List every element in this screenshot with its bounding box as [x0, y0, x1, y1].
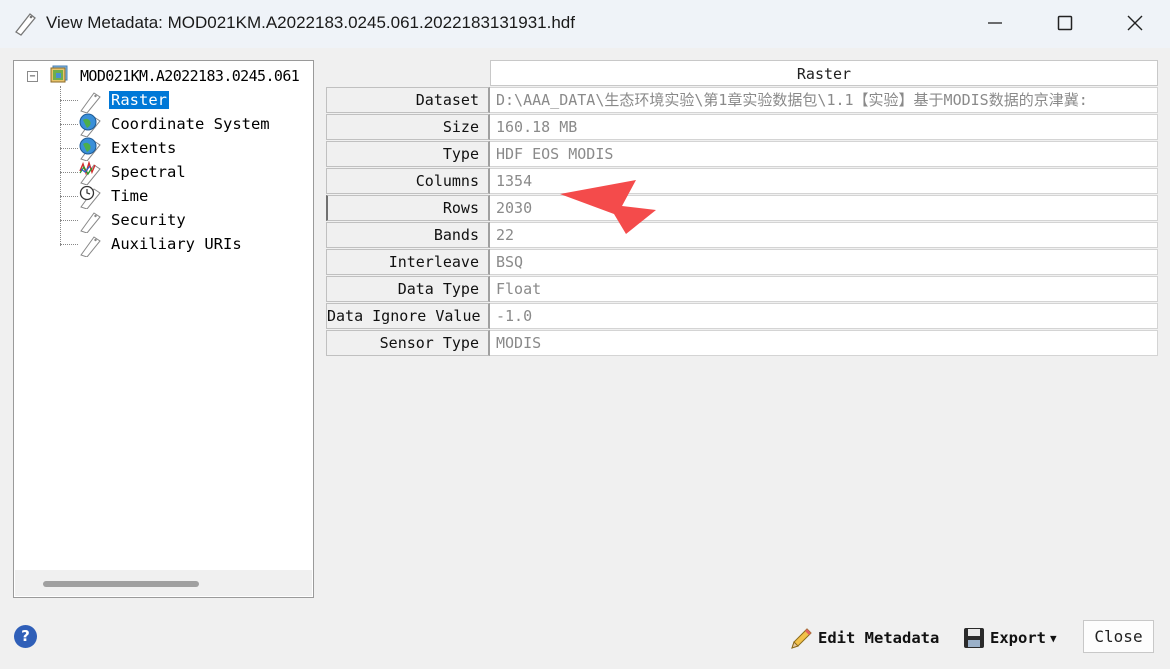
pencil-icon — [791, 628, 812, 649]
maximize-icon — [1057, 15, 1073, 31]
row-value[interactable]: BSQ — [490, 249, 1158, 275]
tree-item-spectral[interactable]: Spectral — [60, 161, 300, 185]
annotation-arrow — [560, 180, 656, 234]
row-value[interactable]: Float — [490, 276, 1158, 302]
save-icon — [964, 628, 984, 648]
tree-connector — [60, 196, 78, 197]
grid-row-size[interactable]: Size 160.18 MB — [326, 114, 1158, 141]
minimize-button[interactable] — [962, 0, 1028, 46]
row-label: Rows — [326, 195, 490, 221]
globe-tag-icon — [79, 113, 101, 137]
tree-item-label: Spectral — [111, 163, 186, 181]
grid-header: Raster — [490, 60, 1158, 86]
tree-item-label: Time — [111, 187, 149, 205]
row-label: Type — [326, 141, 490, 167]
row-value[interactable]: MODIS — [490, 330, 1158, 356]
tree-connector — [60, 244, 78, 245]
tag-icon — [80, 236, 101, 257]
tag-icon — [80, 92, 101, 113]
grid-row-rows[interactable]: Rows 2030 — [326, 195, 1158, 222]
tree-item-label: Security — [111, 211, 186, 229]
help-icon[interactable]: ? — [14, 625, 37, 648]
horizontal-scrollbar[interactable] — [15, 570, 312, 596]
tree-item-label: Coordinate System — [111, 115, 270, 133]
tree-connector — [60, 148, 78, 149]
row-value[interactable]: -1.0 — [490, 303, 1158, 329]
tree-connector — [60, 100, 78, 101]
tree-connector — [60, 124, 78, 125]
grid-row-dataset[interactable]: Dataset D:\AAA_DATA\生态环境实验\第1章实验数据包\1.1【… — [326, 87, 1158, 114]
row-value[interactable]: 160.18 MB — [490, 114, 1158, 140]
tree-root[interactable]: − — [27, 67, 38, 85]
grid-row-interleave[interactable]: Interleave BSQ — [326, 249, 1158, 276]
tree-root-label[interactable]: MOD021KM.A2022183.0245.061 — [80, 67, 300, 85]
row-label: Interleave — [326, 249, 490, 275]
close-icon — [1127, 15, 1143, 31]
row-value[interactable]: D:\AAA_DATA\生态环境实验\第1章实验数据包\1.1【实验】基于MOD… — [490, 87, 1158, 113]
row-label: Data Type — [326, 276, 490, 302]
tree-item-security[interactable]: Security — [60, 209, 300, 233]
dropdown-caret-icon: ▼ — [1050, 631, 1057, 645]
row-label: Data Ignore Value — [326, 303, 490, 329]
tree-item-extents[interactable]: Extents — [60, 137, 300, 161]
tree-connector — [60, 220, 78, 221]
grid-row-data-type[interactable]: Data Type Float — [326, 276, 1158, 303]
grid-row-type[interactable]: Type HDF EOS MODIS — [326, 141, 1158, 168]
row-label: Sensor Type — [326, 330, 490, 356]
globe-tag-icon — [79, 137, 101, 161]
window-title: View Metadata: MOD021KM.A2022183.0245.06… — [46, 13, 575, 32]
close-window-button[interactable] — [1102, 0, 1168, 46]
tree-item-raster[interactable]: Raster — [60, 89, 300, 113]
tree-item-label: Extents — [111, 139, 177, 157]
export-label: Export — [990, 629, 1046, 647]
minimize-icon — [988, 22, 1002, 24]
row-value[interactable]: HDF EOS MODIS — [490, 141, 1158, 167]
row-label: Dataset — [326, 87, 490, 113]
grid-row-columns[interactable]: Columns 1354 — [326, 168, 1158, 195]
collapse-toggle[interactable]: − — [27, 70, 38, 82]
tree-item-label: Auxiliary URIs — [111, 235, 242, 253]
grid-row-data-ignore-value[interactable]: Data Ignore Value -1.0 — [326, 303, 1158, 330]
scrollbar-thumb[interactable] — [43, 581, 199, 587]
tree-item-auxiliary-uris[interactable]: Auxiliary URIs — [60, 233, 300, 257]
tree-connector — [60, 172, 78, 173]
row-label: Columns — [326, 168, 490, 194]
tag-icon — [80, 212, 101, 233]
edit-metadata-label: Edit Metadata — [818, 629, 940, 647]
grid-row-sensor-type[interactable]: Sensor Type MODIS — [326, 330, 1158, 357]
close-button[interactable]: Close — [1083, 620, 1154, 653]
tree-item-time[interactable]: Time — [60, 185, 300, 209]
row-label: Size — [326, 114, 490, 140]
export-button[interactable]: Export ▼ — [962, 624, 1057, 652]
tree-item-coordinate-system[interactable]: Coordinate System — [60, 113, 300, 137]
grid-row-bands[interactable]: Bands 22 — [326, 222, 1158, 249]
row-label: Bands — [326, 222, 490, 248]
maximize-button[interactable] — [1032, 0, 1098, 46]
tree-item-label: Raster — [109, 91, 169, 109]
metadata-tree[interactable]: − MOD021KM.A2022183.0245.061 Raster Coor… — [13, 60, 314, 598]
raster-file-icon — [50, 65, 68, 83]
spectral-tag-icon — [79, 161, 101, 185]
edit-metadata-button[interactable]: Edit Metadata — [788, 624, 939, 652]
clock-tag-icon — [79, 185, 101, 209]
tag-icon — [15, 13, 36, 36]
